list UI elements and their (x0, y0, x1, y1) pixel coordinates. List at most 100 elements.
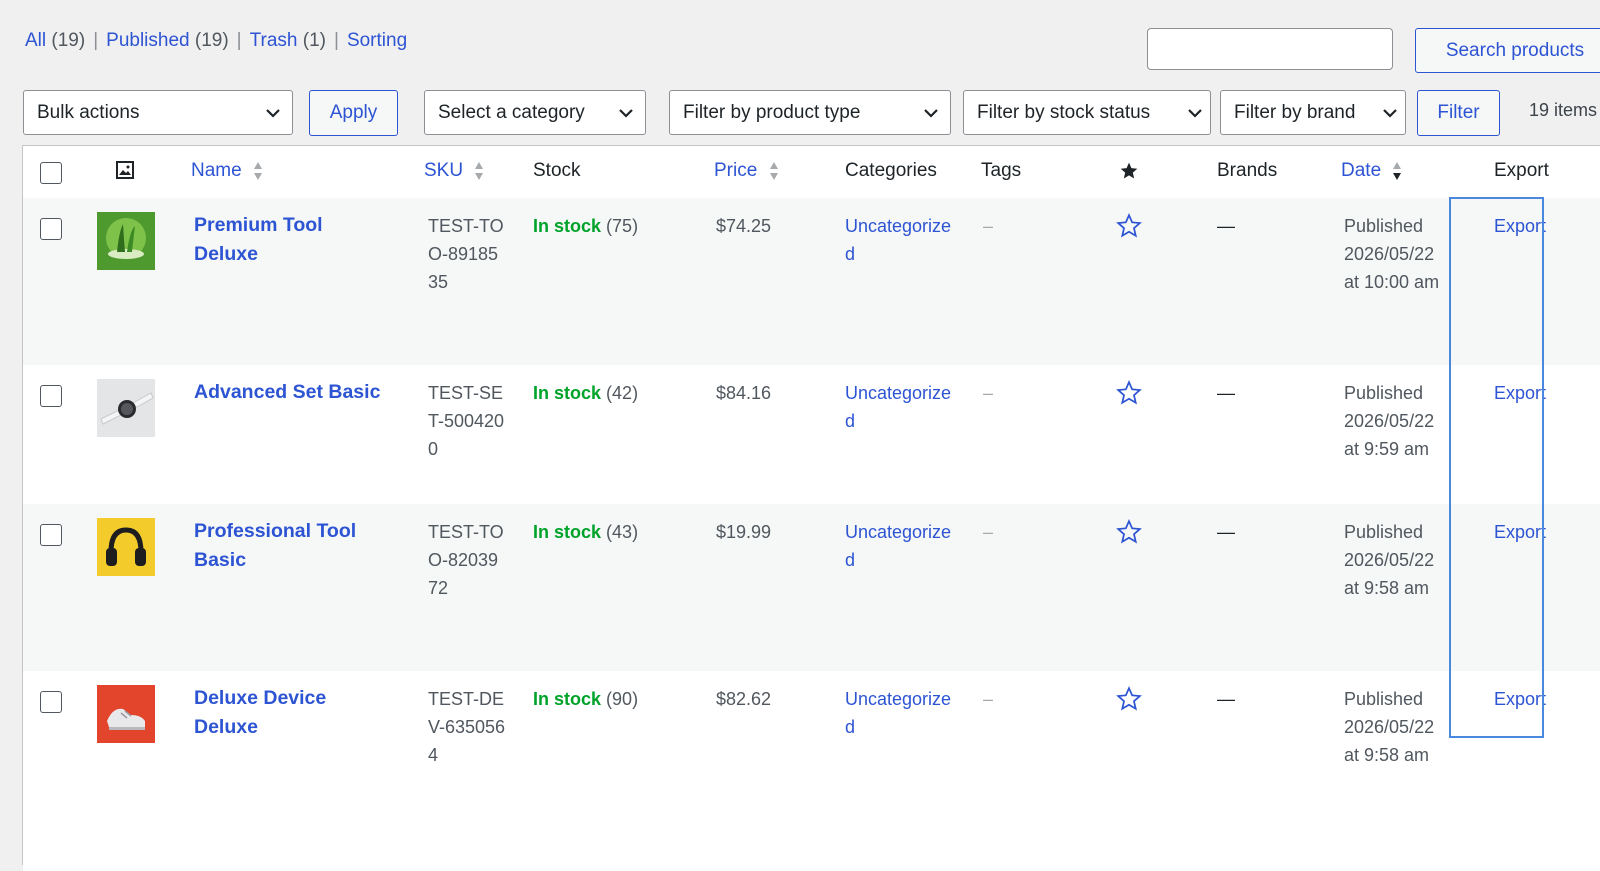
stock-status: In stock (533, 216, 602, 236)
date-cell: Published 2026/05/22 at 9:58 am (1344, 518, 1464, 602)
date-time: at 9:59 am (1344, 439, 1430, 459)
status-count-published: (19) (194, 30, 229, 51)
table-row: Premium Tool Deluxe TEST-TOO-8918535 In … (23, 198, 1600, 365)
column-sku[interactable]: SKU (424, 160, 484, 182)
date-time: at 9:58 am (1344, 745, 1430, 765)
category-link[interactable]: Uncategorized (845, 212, 955, 268)
bulk-actions-select[interactable]: Bulk actions (23, 90, 293, 135)
date-value: 2026/05/22 (1344, 244, 1435, 264)
stock-cell: In stock (42) (533, 379, 638, 407)
star-outline-icon[interactable] (1116, 380, 1142, 406)
star-outline-icon[interactable] (1116, 519, 1142, 545)
status-link-trash[interactable]: Trash (250, 30, 298, 51)
product-sku: TEST-DEV-6350564 (428, 689, 506, 765)
status-link-all[interactable]: All (25, 30, 46, 51)
stock-status-select-label: Filter by stock status (977, 101, 1151, 123)
product-price: $82.62 (716, 689, 772, 709)
product-name-link[interactable]: Premium Tool Deluxe (194, 211, 384, 269)
stock-qty: (90) (606, 689, 639, 709)
featured-star-icon[interactable] (1119, 161, 1139, 181)
chevron-down-icon (619, 109, 633, 118)
table-row: Professional Tool Basic TEST-TOO-8203972… (23, 504, 1600, 671)
bulk-actions-label: Bulk actions (37, 101, 140, 123)
product-price: $74.25 (716, 216, 772, 236)
column-brands: Brands (1217, 160, 1278, 181)
star-outline-icon[interactable] (1116, 213, 1142, 239)
stock-status: In stock (533, 689, 602, 709)
product-price: $19.99 (716, 522, 772, 542)
product-thumbnail-sneaker[interactable] (97, 685, 155, 743)
brands-value: — (1217, 383, 1235, 403)
row-checkbox[interactable] (40, 691, 62, 713)
column-tags: Tags (981, 160, 1022, 181)
date-status: Published (1344, 522, 1424, 542)
sort-icon (253, 161, 262, 180)
product-type-select[interactable]: Filter by product type (669, 90, 951, 135)
row-checkbox[interactable] (40, 524, 62, 546)
stock-status-select[interactable]: Filter by stock status (963, 90, 1211, 135)
star-outline-icon[interactable] (1116, 686, 1142, 712)
date-status: Published (1344, 216, 1424, 236)
date-time: at 10:00 am (1344, 272, 1440, 292)
category-link[interactable]: Uncategorized (845, 379, 955, 435)
chevron-down-icon (266, 109, 280, 118)
table-header: Name SKU Stock Price Categories Tags Bra… (23, 146, 1600, 199)
category-link[interactable]: Uncategorized (845, 685, 955, 741)
search-products-button[interactable]: Search products (1415, 28, 1600, 73)
brands-value: — (1217, 689, 1235, 709)
sort-icon (769, 161, 778, 180)
column-price[interactable]: Price (714, 160, 779, 182)
export-link[interactable]: Export (1494, 379, 1546, 407)
product-name-link[interactable]: Advanced Set Basic (194, 378, 434, 407)
select-all-checkbox[interactable] (40, 162, 62, 184)
export-link[interactable]: Export (1494, 518, 1546, 546)
date-cell: Published 2026/05/22 at 9:59 am (1344, 379, 1464, 463)
brands-value: — (1217, 522, 1235, 542)
stock-qty: (42) (606, 383, 639, 403)
brand-select-label: Filter by brand (1234, 101, 1356, 123)
stock-qty: (43) (606, 522, 639, 542)
apply-button[interactable]: Apply (309, 90, 398, 136)
filter-button[interactable]: Filter (1417, 90, 1500, 136)
date-time: at 9:58 am (1344, 578, 1430, 598)
stock-status: In stock (533, 383, 602, 403)
tags-value: – (983, 522, 994, 542)
status-links: All (19) | Published (19) | Trash (1) | Sortin… (25, 30, 408, 51)
product-name-link[interactable]: Professional Tool Basic (194, 517, 394, 575)
category-link[interactable]: Uncategorized (845, 518, 955, 574)
product-type-select-label: Filter by product type (683, 101, 861, 123)
column-name-label: Name (191, 160, 242, 181)
column-date[interactable]: Date (1341, 160, 1402, 182)
search-input[interactable] (1147, 28, 1393, 70)
product-thumbnail-plant[interactable] (97, 212, 155, 270)
date-status: Published (1344, 383, 1424, 403)
product-thumbnail-watch[interactable] (97, 379, 155, 437)
date-cell: Published 2026/05/22 at 9:58 am (1344, 685, 1464, 769)
stock-cell: In stock (75) (533, 212, 638, 240)
date-value: 2026/05/22 (1344, 717, 1435, 737)
export-link[interactable]: Export (1494, 212, 1546, 240)
product-name-link[interactable]: Deluxe Device Deluxe (194, 684, 394, 742)
products-table: Name SKU Stock Price Categories Tags Bra… (22, 145, 1600, 871)
brand-select[interactable]: Filter by brand (1220, 90, 1406, 135)
table-row: Deluxe Device Deluxe TEST-DEV-6350564 In… (23, 671, 1600, 871)
product-sku: TEST-TOO-8918535 (428, 216, 504, 292)
product-price: $84.16 (716, 383, 772, 403)
status-count-all: (19) (51, 30, 86, 51)
image-icon (116, 161, 134, 179)
row-checkbox[interactable] (40, 218, 62, 240)
date-status: Published (1344, 689, 1424, 709)
product-thumbnail-headphones[interactable] (97, 518, 155, 576)
column-name[interactable]: Name (191, 160, 263, 182)
date-value: 2026/05/22 (1344, 411, 1435, 431)
product-sku: TEST-TOO-8203972 (428, 522, 504, 598)
category-select[interactable]: Select a category (424, 90, 646, 135)
status-link-sorting[interactable]: Sorting (347, 30, 407, 51)
status-link-published[interactable]: Published (106, 30, 189, 51)
stock-qty: (75) (606, 216, 639, 236)
product-sku: TEST-SET-5004200 (428, 383, 505, 459)
row-checkbox[interactable] (40, 385, 62, 407)
column-stock: Stock (533, 160, 581, 181)
export-link[interactable]: Export (1494, 685, 1546, 713)
sort-icon (1393, 161, 1402, 180)
